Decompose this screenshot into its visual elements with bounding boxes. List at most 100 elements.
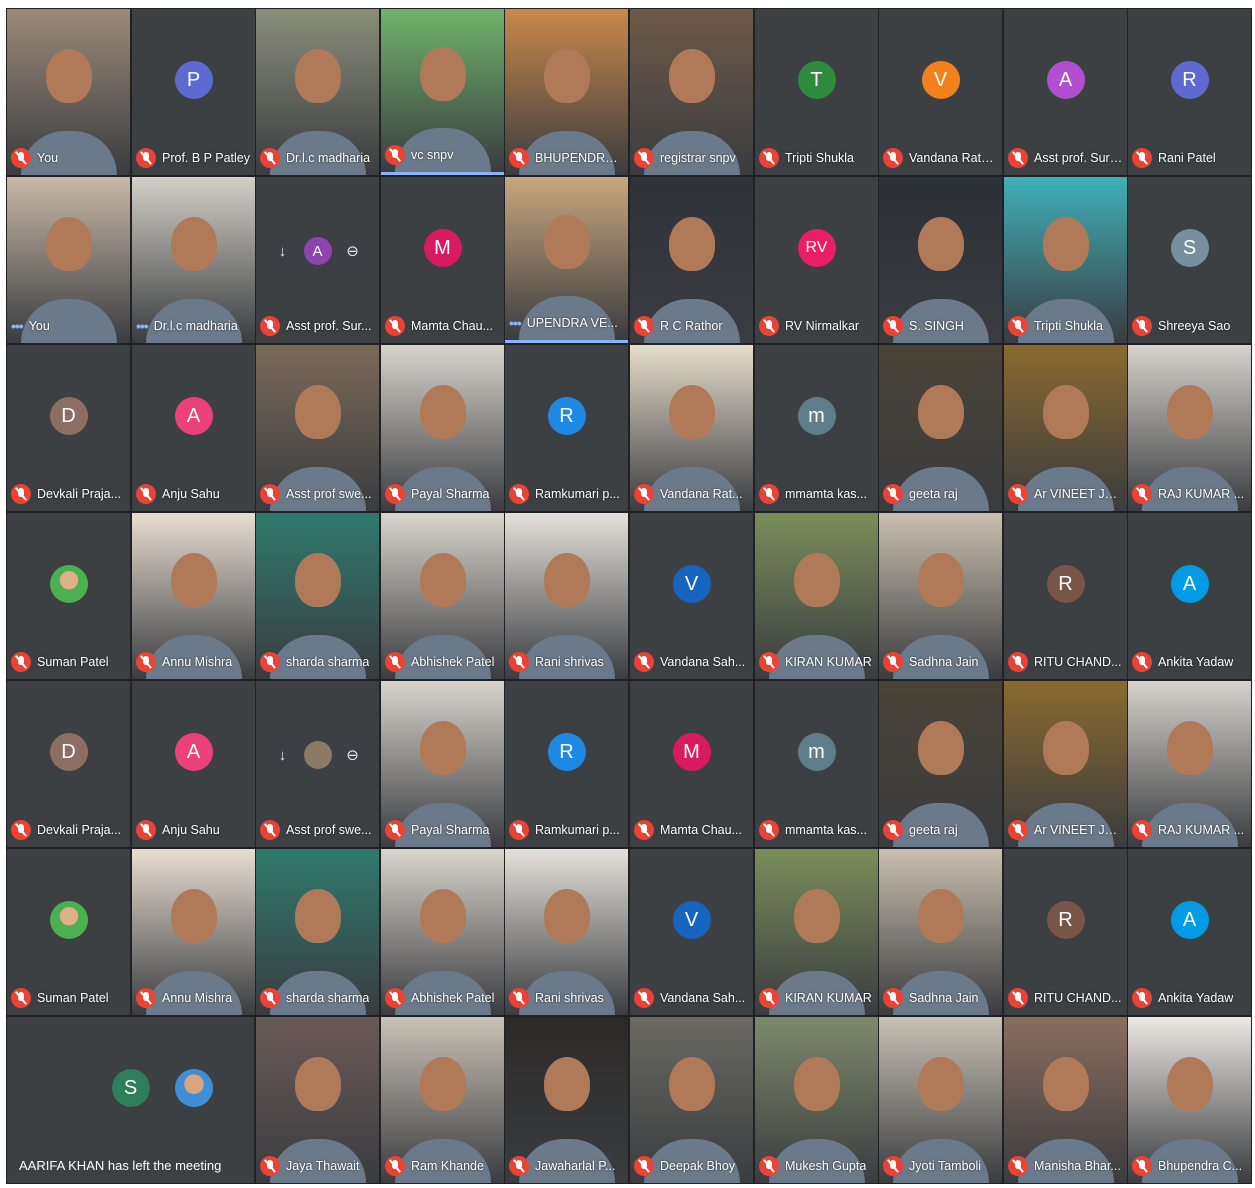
participant-tile[interactable]: Annu Mishra (132, 513, 255, 679)
participant-tile[interactable]: Annu Mishra (132, 849, 255, 1015)
participant-tile[interactable]: Payal Sharma (381, 681, 504, 847)
participant-tile[interactable] (132, 1017, 255, 1183)
participant-tile[interactable]: A Ankita Yadaw (1128, 513, 1251, 679)
participant-tile[interactable]: M Mamta Chau... (381, 177, 504, 343)
mic-muted-icon (634, 484, 654, 504)
participant-tile[interactable]: vc snpv (381, 9, 504, 175)
participant-tile[interactable]: Suman Patel (7, 849, 130, 1015)
participant-avatar: R (1046, 565, 1085, 604)
participant-tile[interactable]: Mukesh Gupta (755, 1017, 878, 1183)
participant-tile[interactable]: Abhishek Patel (381, 849, 504, 1015)
participant-tile[interactable]: A Ankita Yadaw (1128, 849, 1251, 1015)
participant-tile[interactable]: ↓ A ⊖ Asst prof. Sur... (256, 177, 379, 343)
participant-tile[interactable]: Sadhna Jain (879, 513, 1002, 679)
participant-tile[interactable]: Jawaharlal P... (505, 1017, 628, 1183)
person-face (917, 888, 964, 943)
mic-muted-icon (260, 316, 280, 336)
participant-tile[interactable]: Jyoti Tamboli (879, 1017, 1002, 1183)
participant-name: Abhishek Patel (411, 991, 495, 1005)
person-face (294, 1056, 341, 1111)
participant-name: Jawaharlal P... (535, 1159, 616, 1173)
participant-tile[interactable]: m mmamta kas... (755, 345, 878, 511)
participant-tile[interactable]: ↓ ⊖ Asst prof swe... (256, 681, 379, 847)
participant-tile[interactable]: BHUPENDRA K... (505, 9, 628, 175)
participant-avatar: V (921, 61, 960, 100)
participant-tile[interactable]: KIRAN KUMAR (755, 513, 878, 679)
person-face (419, 720, 466, 775)
participant-name-bar: Annu Mishra (136, 651, 251, 673)
remove-icon[interactable]: ⊖ (339, 237, 367, 265)
participant-tile[interactable]: RV RV Nirmalkar (755, 177, 878, 343)
participant-name: RITU CHAND... (1034, 991, 1122, 1005)
participant-tile[interactable]: Asst prof swe... (256, 345, 379, 511)
participant-tile[interactable]: RAJ KUMAR ... (1128, 345, 1251, 511)
participant-tile[interactable]: R RITU CHAND... (1004, 513, 1127, 679)
participant-avatar: m (797, 397, 836, 436)
participant-tile[interactable]: Abhishek Patel (381, 513, 504, 679)
participant-tile[interactable]: Manisha Bhar... (1004, 1017, 1127, 1183)
participant-tile[interactable]: S. SINGH (879, 177, 1002, 343)
participant-tile[interactable]: Sadhna Jain (879, 849, 1002, 1015)
participant-tile[interactable]: KIRAN KUMAR (755, 849, 878, 1015)
participant-tile[interactable]: R RITU CHAND... (1004, 849, 1127, 1015)
participant-tile[interactable]: R Rani Patel (1128, 9, 1251, 175)
participant-tile[interactable]: Ar VINEET JA... (1004, 345, 1127, 511)
participant-tile[interactable]: Vandana Rat... (630, 345, 753, 511)
participant-tile[interactable]: A Anju Sahu (132, 681, 255, 847)
participant-tile[interactable]: geeta raj (879, 681, 1002, 847)
participant-tile[interactable]: Ar VINEET JA... (1004, 681, 1127, 847)
mic-muted-icon (136, 820, 156, 840)
participant-tile[interactable]: R Ramkumari p... (505, 345, 628, 511)
mic-muted-icon (509, 820, 529, 840)
participant-tile[interactable]: geeta raj (879, 345, 1002, 511)
participant-tile[interactable]: Bhupendra C... (1128, 1017, 1251, 1183)
participant-name: Devkali Praja... (37, 487, 122, 501)
participant-tile[interactable]: You (7, 9, 130, 175)
participant-tile[interactable]: Jaya Thawait (256, 1017, 379, 1183)
pin-icon[interactable]: ↓ (269, 741, 297, 769)
participant-tile[interactable]: A Asst prof. Sure... (1004, 9, 1127, 175)
participant-tile[interactable]: m mmamta kas... (755, 681, 878, 847)
participant-tile[interactable]: A Anju Sahu (132, 345, 255, 511)
participant-tile[interactable]: sharda sharma (256, 513, 379, 679)
participant-tile[interactable]: Suman Patel (7, 513, 130, 679)
participant-tile[interactable]: ••• Dr.l.c madharia (132, 177, 255, 343)
participant-tile[interactable]: P Prof. B P Patley (132, 9, 255, 175)
participant-tile[interactable]: Rani shrivas (505, 849, 628, 1015)
participant-tile[interactable]: V Vandana Sah... (630, 849, 753, 1015)
participant-tile[interactable]: Dr.l.c madharia (256, 9, 379, 175)
participant-tile[interactable]: V Vandana Rathore (879, 9, 1002, 175)
participant-tile[interactable]: Rani shrivas (505, 513, 628, 679)
participant-name-bar: Abhishek Patel (385, 651, 500, 673)
pin-icon[interactable]: ↓ (269, 237, 297, 265)
mic-muted-icon (385, 820, 405, 840)
participant-name-bar: ••• UPENDRA VE... (509, 312, 624, 334)
participant-name: Vandana Rathore (909, 151, 998, 165)
participant-name: geeta raj (909, 823, 958, 837)
participant-tile[interactable]: V Vandana Sah... (630, 513, 753, 679)
participant-tile[interactable]: D Devkali Praja... (7, 681, 130, 847)
participant-tile[interactable]: S Shreeya Sao (1128, 177, 1251, 343)
participant-tile[interactable]: R C Rathor (630, 177, 753, 343)
participant-tile[interactable]: Deepak Bhoy (630, 1017, 753, 1183)
participant-tile[interactable]: registrar snpv (630, 9, 753, 175)
participant-tile[interactable]: R Ramkumari p... (505, 681, 628, 847)
participant-tile[interactable]: Tripti Shukla (1004, 177, 1127, 343)
participant-tile[interactable]: ••• UPENDRA VE... (505, 177, 628, 343)
participant-tile[interactable]: T Tripti Shukla (755, 9, 878, 175)
participant-tile[interactable]: sharda sharma (256, 849, 379, 1015)
participant-tile[interactable]: RAJ KUMAR ... (1128, 681, 1251, 847)
remove-icon[interactable]: ⊖ (339, 741, 367, 769)
participant-tile[interactable]: ••• You (7, 177, 130, 343)
participant-name-bar: Vandana Sah... (634, 987, 749, 1009)
participant-tile[interactable]: Payal Sharma (381, 345, 504, 511)
person-face (1166, 1056, 1213, 1111)
participant-tile[interactable]: Ram Khande (381, 1017, 504, 1183)
mic-muted-icon (385, 988, 405, 1008)
participant-name: Bhupendra C... (1158, 1159, 1243, 1173)
participant-name-bar: Rani Patel (1132, 147, 1247, 169)
participant-name: Payal Sharma (411, 823, 490, 837)
participant-tile[interactable]: D Devkali Praja... (7, 345, 130, 511)
participant-tile[interactable]: M Mamta Chau... (630, 681, 753, 847)
mic-muted-icon (136, 148, 156, 168)
